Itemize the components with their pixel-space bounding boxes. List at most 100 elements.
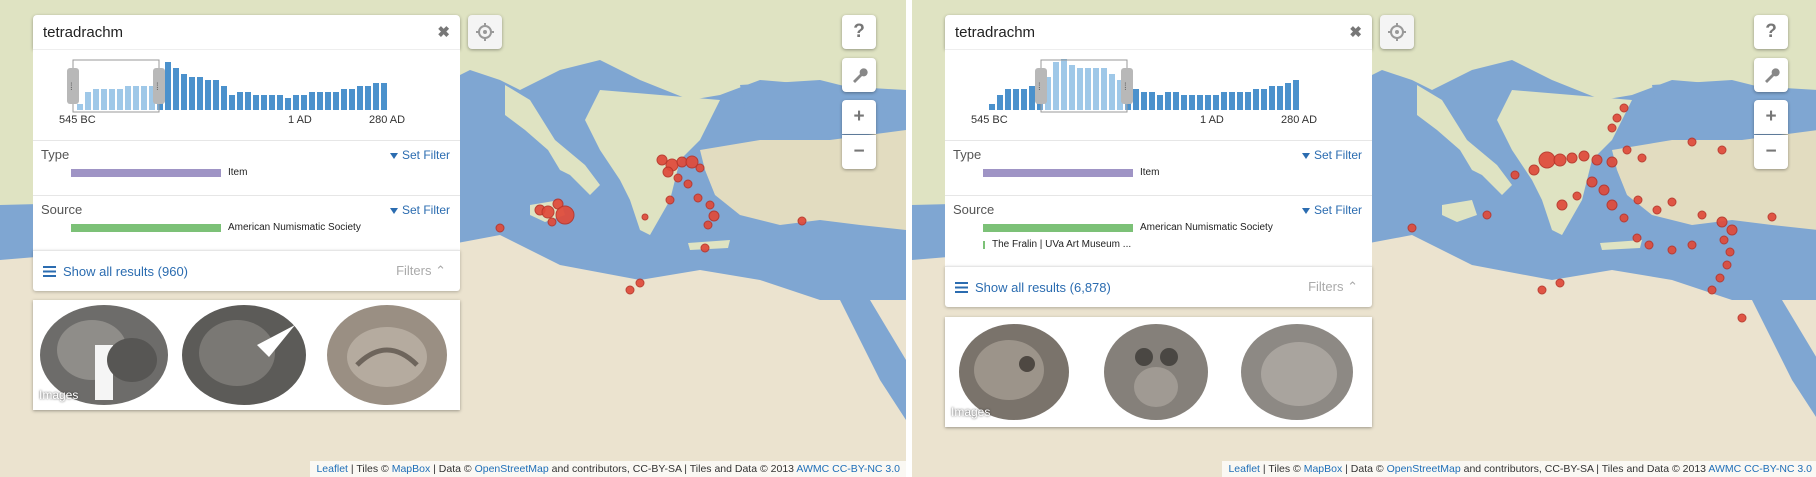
awmc-link[interactable]: AWMC CC-BY-NC 3.0 <box>796 463 900 475</box>
type-set-filter-link[interactable]: Set Filter <box>389 148 450 162</box>
timeline-bar[interactable] <box>1189 95 1195 110</box>
map-marker[interactable] <box>708 210 720 222</box>
map-marker[interactable] <box>1607 123 1617 133</box>
timeline-handle-right[interactable] <box>153 68 165 104</box>
timeline-bar[interactable] <box>1205 95 1211 110</box>
map-marker[interactable] <box>641 213 649 221</box>
leaflet-link[interactable]: Leaflet <box>1228 463 1260 475</box>
map-marker[interactable] <box>635 278 645 288</box>
map-marker[interactable] <box>1716 216 1728 228</box>
map-marker[interactable] <box>1667 245 1677 255</box>
facet-row[interactable]: Item <box>983 166 1364 179</box>
help-button[interactable]: ? <box>842 15 876 49</box>
map-marker[interactable] <box>1633 195 1643 205</box>
timeline-bar[interactable] <box>301 95 307 110</box>
map-marker[interactable] <box>1715 273 1725 283</box>
map-marker[interactable] <box>1612 113 1622 123</box>
timeline-bar[interactable] <box>381 83 387 110</box>
timeline-bar[interactable] <box>349 89 355 110</box>
map-marker[interactable] <box>1578 150 1590 162</box>
timeline-chart[interactable]: ⁞ ⁞ <box>945 50 1372 140</box>
timeline-bar[interactable] <box>293 95 299 110</box>
tools-button[interactable] <box>1754 58 1788 92</box>
close-icon[interactable]: ✖ <box>437 23 450 41</box>
awmc-link[interactable]: AWMC CC-BY-NC 3.0 <box>1708 463 1812 475</box>
timeline-bar[interactable] <box>373 83 379 110</box>
facet-row[interactable]: The Fralin | UVa Art Museum ... <box>983 238 1364 251</box>
map-marker[interactable] <box>1566 152 1578 164</box>
map-marker[interactable] <box>797 216 807 226</box>
timeline-handle-left[interactable] <box>67 68 79 104</box>
zoom-in-button[interactable]: + <box>842 100 876 134</box>
timeline-bar[interactable] <box>1165 92 1171 110</box>
timeline-bar[interactable] <box>261 95 267 110</box>
timeline-bar[interactable] <box>309 92 315 110</box>
map-marker[interactable] <box>1606 199 1618 211</box>
help-button[interactable]: ? <box>1754 15 1788 49</box>
zoom-out-button[interactable]: − <box>1754 135 1788 169</box>
map-marker[interactable] <box>1586 176 1598 188</box>
show-all-results-link[interactable]: Show all results (6,878) <box>975 280 1111 295</box>
facet-row[interactable]: American Numismatic Society <box>71 221 452 234</box>
facet-row[interactable]: American Numismatic Society <box>983 221 1364 234</box>
timeline-bar[interactable] <box>333 92 339 110</box>
timeline-bar[interactable] <box>1133 89 1139 110</box>
osm-link[interactable]: OpenStreetMap <box>475 463 549 475</box>
map-marker[interactable] <box>1722 260 1732 270</box>
coin-image[interactable] <box>1229 322 1364 422</box>
map-marker[interactable] <box>1553 153 1567 167</box>
show-all-results-link[interactable]: Show all results (960) <box>63 264 188 279</box>
close-icon[interactable]: ✖ <box>1349 23 1362 41</box>
timeline-bar[interactable] <box>269 95 275 110</box>
map-marker[interactable] <box>695 163 705 173</box>
timeline-bar[interactable] <box>1029 86 1035 110</box>
map-marker[interactable] <box>1591 154 1603 166</box>
map-marker[interactable] <box>1510 170 1520 180</box>
timeline-bar[interactable] <box>341 89 347 110</box>
facet-row[interactable]: Item <box>71 166 452 179</box>
map-marker[interactable] <box>1726 224 1738 236</box>
map-marker[interactable] <box>1644 240 1654 250</box>
timeline-bar[interactable] <box>1253 89 1259 110</box>
map-marker[interactable] <box>1767 212 1777 222</box>
search-box[interactable]: tetradrachm ✖ <box>33 15 460 49</box>
map-marker[interactable] <box>1407 223 1417 233</box>
map-marker[interactable] <box>1687 137 1697 147</box>
map-marker[interactable] <box>555 205 575 225</box>
timeline-bar[interactable] <box>1141 92 1147 110</box>
timeline-histogram[interactable]: ⁞ ⁞ 545 BC 1 AD 280 AD <box>945 49 1372 140</box>
map-marker[interactable] <box>683 179 693 189</box>
timeline-handle-right[interactable] <box>1121 68 1133 104</box>
timeline-bar[interactable] <box>1173 92 1179 110</box>
map-marker[interactable] <box>700 243 710 253</box>
settings-button[interactable] <box>1380 15 1414 49</box>
map-marker[interactable] <box>705 200 715 210</box>
timeline-bar[interactable] <box>173 68 179 110</box>
osm-link[interactable]: OpenStreetMap <box>1387 463 1461 475</box>
timeline-bar[interactable] <box>357 86 363 110</box>
timeline-bar[interactable] <box>1261 89 1267 110</box>
timeline-bar[interactable] <box>253 95 259 110</box>
map-marker[interactable] <box>703 220 713 230</box>
timeline-histogram[interactable]: ⁞ ⁞ 545 BC 1 AD 280 AD <box>33 49 460 140</box>
source-set-filter-link[interactable]: Set Filter <box>1301 203 1362 217</box>
map-marker[interactable] <box>1725 247 1735 257</box>
timeline-bar[interactable] <box>317 92 323 110</box>
timeline-brush[interactable] <box>1040 59 1128 113</box>
search-input[interactable]: tetradrachm <box>955 24 1349 41</box>
mapbox-link[interactable]: MapBox <box>392 463 431 475</box>
timeline-bar[interactable] <box>1221 92 1227 110</box>
map-marker[interactable] <box>1652 205 1662 215</box>
search-input[interactable]: tetradrachm <box>43 24 437 41</box>
timeline-bar[interactable] <box>997 95 1003 110</box>
map-marker[interactable] <box>673 173 683 183</box>
images-strip[interactable]: Images <box>33 300 460 410</box>
map-marker[interactable] <box>1637 153 1647 163</box>
timeline-bar[interactable] <box>1285 83 1291 110</box>
map-marker[interactable] <box>662 166 674 178</box>
timeline-bar[interactable] <box>1229 92 1235 110</box>
timeline-bar[interactable] <box>1181 95 1187 110</box>
map-marker[interactable] <box>1528 164 1540 176</box>
filters-toggle[interactable]: Filters ⌃ <box>1308 279 1358 295</box>
map-marker[interactable] <box>495 223 505 233</box>
